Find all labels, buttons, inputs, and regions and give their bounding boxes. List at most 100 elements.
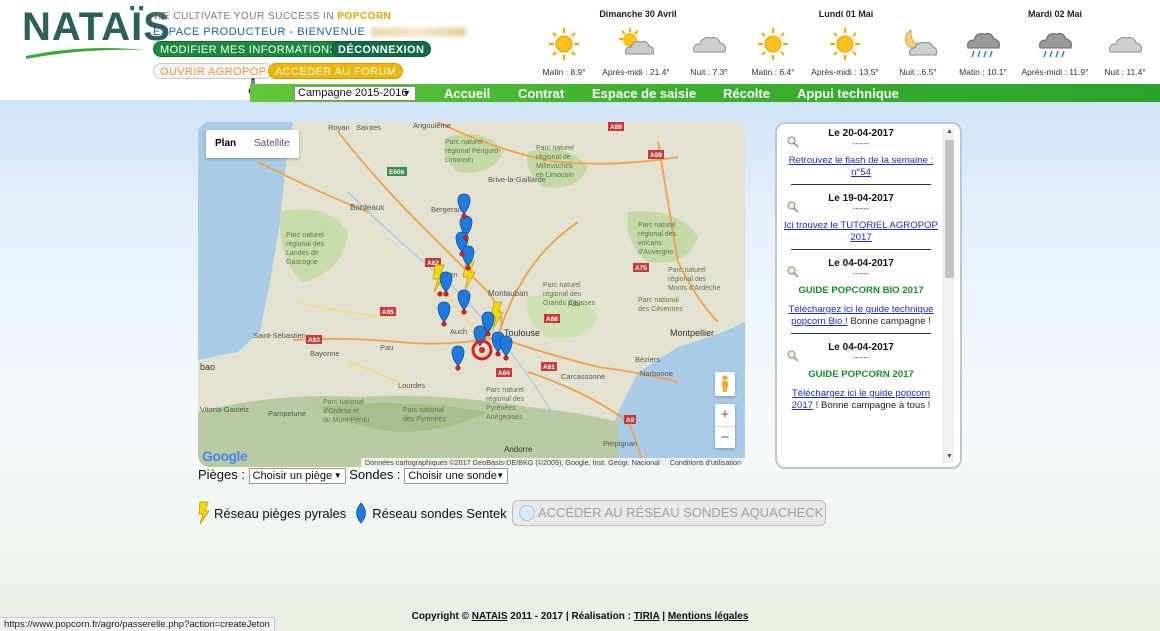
svg-text:A61: A61 [543,364,555,371]
svg-text:A89: A89 [610,124,622,131]
weather-day-3: Mardi 02 Mai [1027,9,1083,19]
news-item: Le 04-04-2017 ------ GUIDE POPCORN BIO 2… [781,258,941,334]
map-panel[interactable]: Royan Saintes Angoulême Brive-la-Gaillar… [198,122,745,467]
chevron-down-icon: ▼ [496,470,505,480]
news-item: Le 20-04-2017 ------ Retrouvez le flash … [781,128,941,185]
piege-select[interactable]: Choisir un piège ▼ [248,467,346,484]
news-link[interactable]: Retrouvez le flash de la semaine : n°54 [789,155,934,178]
map-tab-satellite[interactable]: Satellite [245,130,299,158]
svg-text:Saint-Sébastien: Saint-Sébastien [253,331,306,340]
svg-text:Grands Causses: Grands Causses [543,300,596,307]
svg-text:A75: A75 [635,265,647,272]
modifier-informations-button[interactable]: MODIFIER MES INFORMATIONS [153,41,345,57]
svg-text:Pau: Pau [380,343,393,352]
nav-appui-technique[interactable]: Appui technique [797,86,899,101]
news-panel: Le 20-04-2017 ------ Retrouvez le flash … [775,122,962,469]
svg-text:Parc naturel: Parc naturel [543,282,581,289]
lightning-icon [198,501,210,525]
terms-link[interactable]: Conditions d'utilisation [670,458,741,467]
svg-text:Monts d'Ardèche: Monts d'Ardèche [668,285,720,292]
zoom-out-button[interactable]: − [715,427,735,449]
svg-text:Andorre: Andorre [504,445,533,454]
logo-swoosh-icon [26,48,144,59]
aquacheck-network-button[interactable]: ACCÉDER AU RÉSEAU SONDES AQUACHECK [512,500,826,526]
espace-producteur: ESPACE PRODUCTEUR - BIENVENUE [153,26,467,38]
water-drop-icon [519,505,535,521]
redacted-username [371,27,467,38]
magnifier-icon [787,266,799,278]
map-canvas[interactable]: Royan Saintes Angoulême Brive-la-Gaillar… [198,122,745,467]
svg-text:Parc naturel: Parc naturel [536,145,574,152]
svg-text:régional de: régional de [536,154,571,161]
sun-icon [830,28,860,60]
svg-text:Parc naturel: Parc naturel [638,222,676,229]
svg-text:A9: A9 [626,417,635,424]
ouvrir-agropop-button[interactable]: OUVRIR AGROPOP [153,63,274,79]
natais-logo[interactable]: NATAÏS [22,6,170,59]
svg-text:régional des: régional des [638,231,677,238]
moon-cloud-icon [905,29,938,56]
magnifier-icon [787,136,799,148]
scroll-down-icon[interactable]: ▼ [944,453,955,463]
nav-contrat[interactable]: Contrat [518,86,564,101]
scroll-thumb[interactable] [945,140,954,278]
svg-text:bao: bao [200,362,215,372]
acceder-forum-button[interactable]: ACCEDER AU FORUM [268,63,404,79]
legend-pyrales: Réseau pièges pyrales [214,505,347,521]
svg-text:Saintes: Saintes [356,123,381,132]
rain-icon [1039,33,1072,58]
map-type-tabs: Plan Satellite [206,130,299,158]
scroll-up-icon[interactable]: ▲ [944,128,955,138]
news-link[interactable]: Ici trouvez le TUTORIEL AGROPOP 2017 [784,220,938,243]
news-scrollbar[interactable]: ▲ ▼ [943,128,954,463]
svg-text:Parc naturel: Parc naturel [286,232,324,239]
svg-text:des Pyrénées: des Pyrénées [403,416,446,423]
cloud-icon [693,37,726,53]
rain-icon [967,33,1000,58]
map-legend: Réseau pièges pyrales Réseau sondes Sent… [198,500,507,526]
natais-link[interactable]: NATAIS [472,611,508,622]
svg-text:Landes de: Landes de [286,250,319,257]
svg-text:d'Auvergne: d'Auvergne [638,249,673,256]
zoom-in-button[interactable]: + [715,404,735,426]
weather-slot: Nuit : 7.3° [674,26,744,77]
svg-text:Béziers: Béziers [635,355,660,364]
nav-espace-de-saisie[interactable]: Espace de saisie [592,86,696,101]
news-item: Le 19-04-2017 ------ Ici trouvez le TUTO… [781,193,941,250]
sondes-label: Sondes : [349,467,401,482]
svg-text:Bayonne: Bayonne [310,349,340,358]
nav-recolte[interactable]: Récolte [723,86,770,101]
svg-text:Millevaches: Millevaches [536,163,573,170]
svg-text:Parc national: Parc national [638,297,679,304]
svg-text:Ariégeoises: Ariégeoises [486,414,523,421]
weather-slot: Nuit : 6.5° [883,26,953,77]
svg-text:Bergerac: Bergerac [431,205,462,214]
map-tab-plan[interactable]: Plan [206,130,245,158]
svg-text:Bordeaux: Bordeaux [350,203,384,212]
svg-text:régional des: régional des [543,291,582,298]
pieges-label: Pièges : [198,467,245,482]
svg-text:Parc naturel: Parc naturel [486,387,524,394]
deconnexion-button[interactable]: DÉCONNEXION [331,41,432,57]
campaign-select[interactable]: Campagne 2015-2016 ▼ [294,86,416,101]
nav-accueil[interactable]: Accueil [444,86,490,101]
map-zoom-control: + − [715,404,735,448]
svg-text:volcans: volcans [638,240,662,247]
news-list: Le 20-04-2017 ------ Retrouvez le flash … [781,128,941,412]
svg-text:Lourdes: Lourdes [398,381,425,390]
sun-cloud-icon [619,28,654,55]
svg-text:Parc national: Parc national [323,399,364,406]
water-drop-pin-icon [356,502,367,524]
svg-text:Vitoria-Gasteiz: Vitoria-Gasteiz [200,405,249,414]
mentions-legales-link[interactable]: Mentions légales [668,611,749,622]
weather-slot: Après-midi : 21.4° [601,26,671,77]
svg-text:Pyrénées: Pyrénées [486,405,516,412]
sonde-select[interactable]: Choisir une sonde ▼ [404,467,509,484]
svg-text:Perpignan: Perpignan [603,439,637,448]
weather-slot: Matin : 8.9° [529,26,599,77]
weather-slot: Nuit : 11.4° [1090,26,1160,77]
tiria-link[interactable]: TIRIA [634,611,660,622]
svg-text:Auch: Auch [450,327,467,336]
svg-text:A68: A68 [546,316,558,323]
street-view-pegman-icon[interactable] [715,372,735,396]
